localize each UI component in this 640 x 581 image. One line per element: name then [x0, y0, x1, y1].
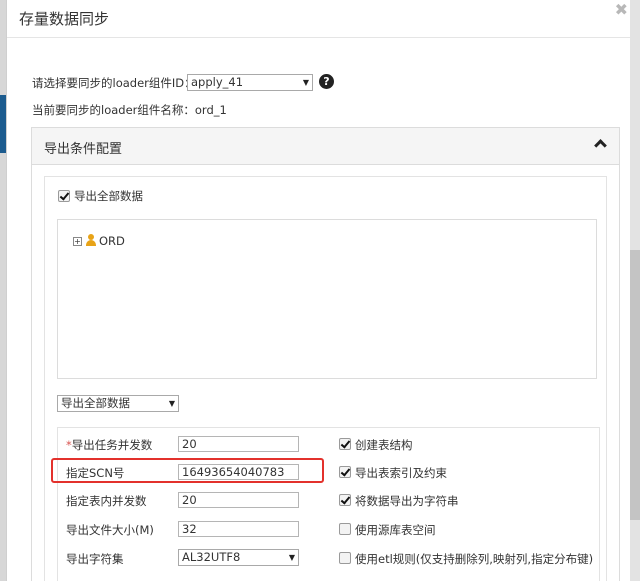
file-size-input[interactable]: 32 — [178, 521, 299, 537]
user-icon — [86, 234, 96, 247]
param-label-task-concurrency: *导出任务并发数 — [66, 438, 153, 452]
chevron-down-icon: ▼ — [168, 399, 175, 408]
object-tree: + ORD — [57, 219, 597, 379]
param-label-file-size: 导出文件大小(M) — [66, 523, 154, 537]
export-as-string-label: 将数据导出为字符串 — [355, 494, 459, 508]
background-scrollbar[interactable] — [630, 250, 640, 520]
loader-id-value: apply_41 — [191, 75, 244, 89]
help-icon[interactable]: ? — [319, 74, 334, 89]
panel-header[interactable]: 导出条件配置 — [32, 128, 619, 165]
panel-title: 导出条件配置 — [44, 142, 123, 157]
export-options-box: 导出全部数据 + ORD 导出全部数据 ▼ *导出任务并发数 20 指定SCN号… — [44, 176, 607, 581]
scn-highlight-box — [51, 458, 324, 483]
chevron-down-icon: ▼ — [302, 78, 309, 87]
export-params-box: *导出任务并发数 20 指定SCN号 16493654040783 指定表内并发… — [57, 427, 600, 581]
create-table-checkbox[interactable] — [339, 438, 351, 450]
charset-select[interactable]: AL32UTF8 ▼ — [178, 549, 299, 566]
export-mode-value: 导出全部数据 — [61, 396, 130, 410]
dialog-title: 存量数据同步 — [19, 10, 110, 28]
dialog-header: 存量数据同步 ✖ — [7, 0, 630, 38]
sync-dialog: 存量数据同步 ✖ 请选择要同步的loader组件ID： apply_41 ▼ ?… — [6, 0, 630, 581]
export-index-checkbox[interactable] — [339, 466, 351, 478]
task-concurrency-input[interactable]: 20 — [178, 436, 299, 452]
param-label-table-concurrency: 指定表内并发数 — [66, 494, 147, 508]
expand-icon[interactable]: + — [73, 237, 82, 246]
param-label-charset: 导出字符集 — [66, 552, 124, 566]
charset-value: AL32UTF8 — [182, 550, 241, 564]
export-all-checkbox[interactable] — [58, 190, 70, 202]
use-etl-rules-label: 使用etl规则(仅支持删除列,映射列,指定分布键) — [355, 552, 594, 566]
export-mode-select[interactable]: 导出全部数据 ▼ — [57, 395, 179, 412]
use-etl-rules-checkbox[interactable] — [339, 552, 351, 564]
export-all-label: 导出全部数据 — [74, 189, 143, 203]
use-source-tablespace-checkbox[interactable] — [339, 523, 351, 535]
export-config-panel: 导出条件配置 导出全部数据 + ORD 导出全部数据 ▼ *导出任务并发数 20 — [31, 127, 620, 581]
table-concurrency-input[interactable]: 20 — [178, 492, 299, 508]
current-loader-name: 当前要同步的loader组件名称：ord_1 — [32, 103, 227, 117]
chevron-up-icon[interactable] — [594, 139, 607, 152]
export-as-string-checkbox[interactable] — [339, 494, 351, 506]
use-source-tablespace-label: 使用源库表空间 — [355, 523, 436, 537]
close-icon[interactable]: ✖ — [615, 2, 628, 18]
loader-select-label: 请选择要同步的loader组件ID： — [32, 76, 196, 90]
tree-node-ord[interactable]: ORD — [99, 234, 125, 248]
loader-id-select[interactable]: apply_41 ▼ — [187, 74, 313, 91]
chevron-down-icon: ▼ — [288, 553, 295, 562]
export-index-label: 导出表索引及约束 — [355, 466, 447, 480]
create-table-label: 创建表结构 — [355, 438, 413, 452]
